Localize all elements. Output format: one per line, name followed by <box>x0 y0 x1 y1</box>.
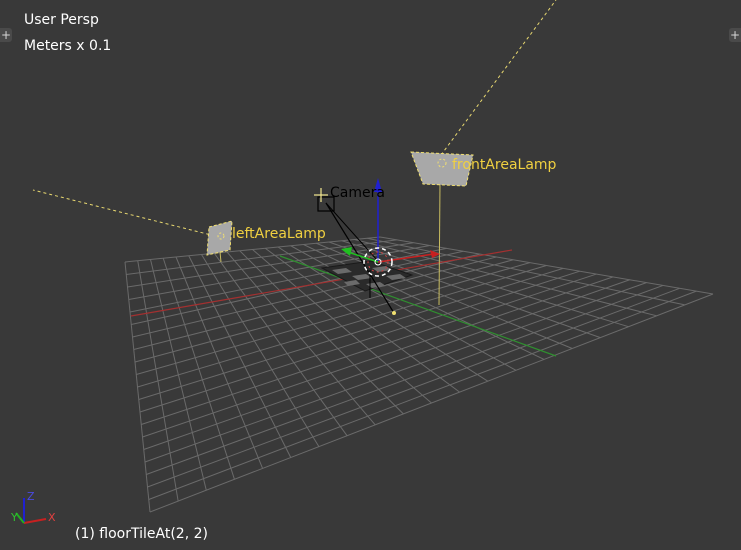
camera-label: Camera <box>330 185 385 201</box>
properties-toggle-button[interactable]: + <box>729 28 741 42</box>
front-lamp-guide <box>438 182 441 306</box>
left-lamp-ray <box>32 189 216 237</box>
left-lamp-guide <box>219 251 222 263</box>
scene-canvas[interactable]: Camera frontAreaLamp leftAreaLamp Z X Y <box>0 0 741 550</box>
camera-sparkle-icon <box>314 188 328 202</box>
grid-line <box>146 284 664 475</box>
axis-gizmo-x: X <box>48 511 56 524</box>
left-lamp-label: leftAreaLamp <box>232 226 326 242</box>
axis-gizmo-y: Y <box>10 511 18 524</box>
left-area-lamp[interactable] <box>206 220 233 256</box>
front-lamp-label: frontAreaLamp <box>452 157 557 173</box>
view-name-label: User Persp <box>24 12 99 28</box>
axis-gizmo-z: Z <box>27 490 35 503</box>
axis-gizmo: Z X Y <box>10 490 56 524</box>
grid-line <box>147 287 680 488</box>
unit-scale-label: Meters x 0.1 <box>24 38 112 54</box>
floor-grid <box>124 236 714 513</box>
grid-line <box>379 236 714 295</box>
3d-viewport[interactable]: Camera frontAreaLamp leftAreaLamp Z X Y … <box>0 0 741 550</box>
active-object-label: (1) floorTileAt(2, 2) <box>75 526 208 542</box>
front-lamp-ray <box>440 0 557 156</box>
toolshelf-toggle-button[interactable]: + <box>0 28 12 42</box>
grid-line <box>149 293 714 513</box>
y-axis-line <box>279 255 557 357</box>
x-axis-line <box>130 249 513 317</box>
